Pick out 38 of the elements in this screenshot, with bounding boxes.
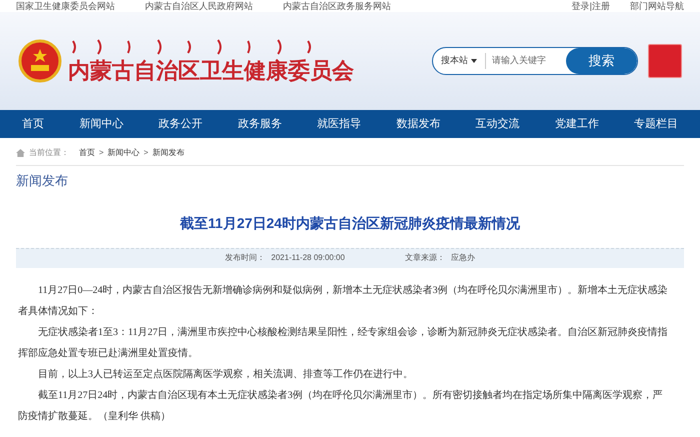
site-title: 内蒙古自治区卫生健康委员会 <box>68 57 354 85</box>
caret-icon <box>471 59 477 63</box>
breadcrumb-link[interactable]: 新闻中心 <box>108 147 140 159</box>
meta-label: 发布时间： <box>225 252 266 264</box>
article-paragraph: 无症状感染者1至3：11月27日，满洲里市疾控中心核酸检测结果呈阳性，经专家组会诊，诊断为新冠肺炎无症状感染者。自治区新冠肺炎疫情指挥部应急处置专班已赴满洲里处置疫情。 <box>18 326 669 360</box>
scope-dropdown[interactable]: 搜本站 <box>433 53 486 69</box>
section-title: 新闻发布 <box>16 172 68 190</box>
top-link[interactable]: 内蒙古自治区人民政府网站 <box>145 2 253 10</box>
nav-item[interactable]: 数据发布 <box>394 116 442 132</box>
nav-item[interactable]: 首页 <box>20 116 46 132</box>
nav-item[interactable]: 新闻中心 <box>77 116 126 132</box>
top-link[interactable]: 国家卫生健康委员会网站 <box>16 2 115 10</box>
top-link[interactable]: 内蒙古自治区政务服务网站 <box>283 2 391 10</box>
meta-label: 文章来源： <box>404 252 445 264</box>
search-button[interactable]: 搜索 <box>566 48 637 74</box>
search-field[interactable]: 请输入关键字 <box>486 54 566 68</box>
home-icon <box>16 149 25 157</box>
breadcrumb-label: 当前位置： <box>29 147 69 159</box>
meta-value: 2021-11-28 09:00:00 <box>271 252 345 264</box>
article-paragraph: 11月27日0—24时，内蒙古自治区报告无新增确诊病例和疑似病例，新增本土无症状感染者3例（均在呼伦贝尔满洲里市）。新增本土无症状感染者具体情况如下： <box>18 284 669 318</box>
nav-item[interactable]: 就医指导 <box>315 116 363 132</box>
article-paragraph: 截至11月27日24时，内蒙古自治区现有本土无症状感染者3例（均在呼伦贝尔满洲里市）。所有密切接触者均在指定场所集中隔离医学观察，严防疫情扩散蔓延。（皇利华 供稿） <box>18 388 664 424</box>
breadcrumb-link[interactable]: 首页 <box>79 147 95 159</box>
nav-item[interactable]: 专题栏目 <box>632 116 680 132</box>
breadcrumb-link[interactable]: 新闻发布 <box>152 147 184 159</box>
nav-item[interactable]: 党建工作 <box>552 116 601 132</box>
top-link[interactable]: 登录|注册 <box>572 2 610 10</box>
emblem-icon <box>18 39 62 83</box>
nav-item[interactable]: 政务公开 <box>156 116 204 132</box>
nav-item[interactable]: 政务服务 <box>236 116 284 132</box>
meta-value: 应急办 <box>450 252 475 264</box>
seal-logo-icon <box>648 44 682 78</box>
nav-item[interactable]: 互动交流 <box>474 116 522 132</box>
breadcrumb-separator: > <box>144 147 148 159</box>
article-title: 截至11月27日24时内蒙古自治区新冠肺炎疫情最新情况 <box>180 214 520 232</box>
article-paragraph: 目前，以上3人已转运至定点医院隔离医学观察，相关流调、排查等工作仍在进行中。 <box>37 368 414 382</box>
top-link[interactable]: 部门网站导航 <box>630 2 684 10</box>
breadcrumb-separator: > <box>99 147 104 159</box>
